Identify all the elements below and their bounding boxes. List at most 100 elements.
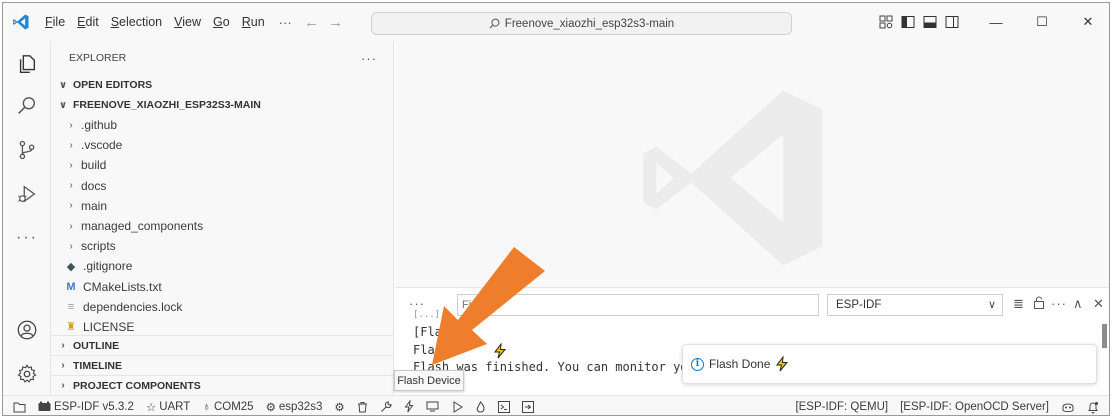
title-bar: File Edit Selection View Go Run ··· ← → … (3, 3, 1109, 41)
menu-file[interactable]: File (39, 15, 71, 29)
sidebar-bottom-sections: › OUTLINE › TIMELINE › PROJECT COMPONENTS (51, 335, 394, 395)
explorer-more-button[interactable]: ··· (361, 51, 377, 66)
project-components-section[interactable]: › PROJECT COMPONENTS (51, 375, 394, 395)
output-channel-value: ESP-IDF (836, 299, 882, 311)
customize-layout-icon[interactable] (875, 3, 897, 41)
tree-folder-managed-components[interactable]: › managed_components (51, 216, 393, 236)
qemu-item[interactable]: [ESP-IDF: QEMU] (789, 396, 894, 415)
idf-version-label: ESP-IDF v5.3.2 (54, 400, 134, 413)
source-control-icon[interactable] (3, 129, 51, 171)
explorer-sidebar: EXPLORER ··· ∨ OPEN EDITORS ∨ FREENOVE_X… (51, 41, 394, 395)
panel-actions-more-icon[interactable]: ··· (1051, 296, 1067, 311)
notifications-bell-icon[interactable] (1081, 396, 1109, 415)
settings-gear-icon[interactable] (3, 353, 51, 395)
explorer-header: EXPLORER ··· (51, 41, 393, 75)
flash-device-lightning-icon[interactable] (398, 396, 420, 416)
license-file-icon: ♜ (66, 321, 76, 334)
explorer-title: EXPLORER (69, 52, 127, 64)
copilot-icon[interactable] (1055, 396, 1081, 415)
output-line: Flas (413, 342, 442, 357)
serial-port-label: COM25 (213, 400, 254, 413)
accounts-icon[interactable] (3, 309, 51, 351)
trash-icon[interactable] (351, 396, 374, 416)
build-wrench-icon[interactable] (374, 396, 398, 416)
timeline-section[interactable]: › TIMELINE (51, 355, 394, 375)
tree-file-gitignore[interactable]: ◆ .gitignore (51, 256, 393, 276)
outline-section[interactable]: › OUTLINE (51, 335, 394, 355)
search-view-icon[interactable] (3, 85, 51, 127)
open-editors-section[interactable]: ∨ OPEN EDITORS (51, 75, 393, 95)
cmake-file-icon: M (66, 280, 76, 293)
menu-selection[interactable]: Selection (105, 15, 168, 29)
tree-folder-scripts[interactable]: › scripts (51, 236, 393, 256)
toast-message: Flash Done (709, 357, 771, 371)
toggle-sidebar-icon[interactable] (897, 3, 919, 41)
flash-method-item[interactable]: ☆ UART (140, 396, 196, 416)
menu-view[interactable]: View (168, 15, 207, 29)
minimize-button[interactable]: — (973, 3, 1019, 41)
tree-folder-github[interactable]: › .github (51, 115, 393, 135)
menu-more-button[interactable]: ··· (271, 15, 300, 30)
openocd-item[interactable]: [ESP-IDF: OpenOCD Server] (894, 396, 1055, 415)
tree-item-label: .github (81, 118, 118, 133)
tree-item-label: CMakeLists.txt (83, 279, 162, 294)
activity-bar: ··· (3, 41, 51, 395)
menu-bar: File Edit Selection View Go Run ··· ← → (39, 14, 348, 31)
tree-folder-build[interactable]: › build (51, 155, 393, 175)
file-tree: › .github › .vscode › build › docs › main › ma… (51, 115, 393, 337)
title-actions: — ☐ ✕ (875, 3, 1109, 41)
idf-version-item[interactable]: ESP-IDF v5.3.2 (32, 396, 140, 416)
notification-toast[interactable]: i Flash Done (682, 344, 1097, 384)
back-arrow-icon[interactable]: ← (300, 14, 324, 31)
output-line: [Fla (413, 325, 442, 339)
tree-file-cmakelists[interactable]: M CMakeLists.txt (51, 277, 393, 297)
folder-section[interactable]: ∨ FREENOVE_XIAOZHI_ESP32S3-MAIN (51, 95, 393, 115)
output-filter-input[interactable]: Fi (457, 294, 819, 316)
lock-scroll-icon[interactable] (1033, 296, 1045, 312)
run-task-icon[interactable] (516, 396, 540, 416)
tree-folder-docs[interactable]: › docs (51, 176, 393, 196)
tree-item-label: build (81, 158, 107, 173)
output-scrollbar[interactable] (1102, 324, 1107, 348)
plug-icon: ♁ (202, 400, 211, 413)
forward-arrow-icon[interactable]: → (324, 14, 348, 31)
tree-folder-main[interactable]: › main (51, 196, 393, 216)
flash-device-tooltip: Flash Device (394, 370, 464, 391)
debug-icon[interactable] (445, 396, 469, 416)
close-panel-icon[interactable]: ✕ (1093, 296, 1104, 312)
lightning-icon (493, 342, 507, 362)
serial-port-item[interactable]: ♁ COM25 (196, 396, 259, 416)
terminal-icon[interactable] (492, 396, 516, 416)
target-label: esp32s3 (278, 400, 323, 413)
monitor-device-icon[interactable] (420, 396, 445, 416)
panel-more-button[interactable]: ··· (409, 296, 425, 311)
lightning-icon (776, 356, 789, 372)
run-debug-icon[interactable] (3, 173, 51, 215)
menu-go[interactable]: Go (207, 15, 236, 29)
tree-folder-vscode[interactable]: › .vscode (51, 135, 393, 155)
toggle-secondary-sidebar-icon[interactable] (941, 3, 963, 41)
target-item[interactable]: ⚙ esp32s3 (260, 396, 329, 416)
outline-label: OUTLINE (73, 339, 120, 352)
menu-run[interactable]: Run (236, 15, 271, 29)
sdkconfig-gear-icon[interactable]: ⚙ (328, 396, 350, 416)
editor-area[interactable] (395, 41, 1109, 287)
menu-edit[interactable]: Edit (71, 15, 105, 29)
tree-file-dependencies-lock[interactable]: ≡ dependencies.lock (51, 297, 393, 317)
toggle-panel-icon[interactable] (919, 3, 941, 41)
build-flash-monitor-flame-icon[interactable] (469, 396, 492, 416)
chevron-down-icon: ∨ (987, 299, 996, 311)
remote-folder-icon[interactable] (3, 396, 32, 416)
folder-label: FREENOVE_XIAOZHI_ESP32S3-MAIN (73, 99, 261, 111)
maximize-panel-icon[interactable]: ∧ (1073, 296, 1083, 312)
more-views-icon[interactable]: ··· (3, 217, 51, 259)
word-wrap-icon[interactable]: ≣ (1013, 296, 1024, 312)
command-center-search[interactable]: Freenove_xiaozhi_esp32s3-main (371, 12, 792, 35)
close-button[interactable]: ✕ (1065, 3, 1109, 41)
tree-item-label: LICENSE (83, 319, 135, 334)
maximize-button[interactable]: ☐ (1019, 3, 1065, 41)
output-channel-select[interactable]: ESP-IDF ∨ (827, 294, 1003, 316)
explorer-icon[interactable] (3, 43, 51, 85)
tree-item-label: .vscode (81, 138, 123, 153)
tree-item-label: scripts (81, 239, 116, 254)
